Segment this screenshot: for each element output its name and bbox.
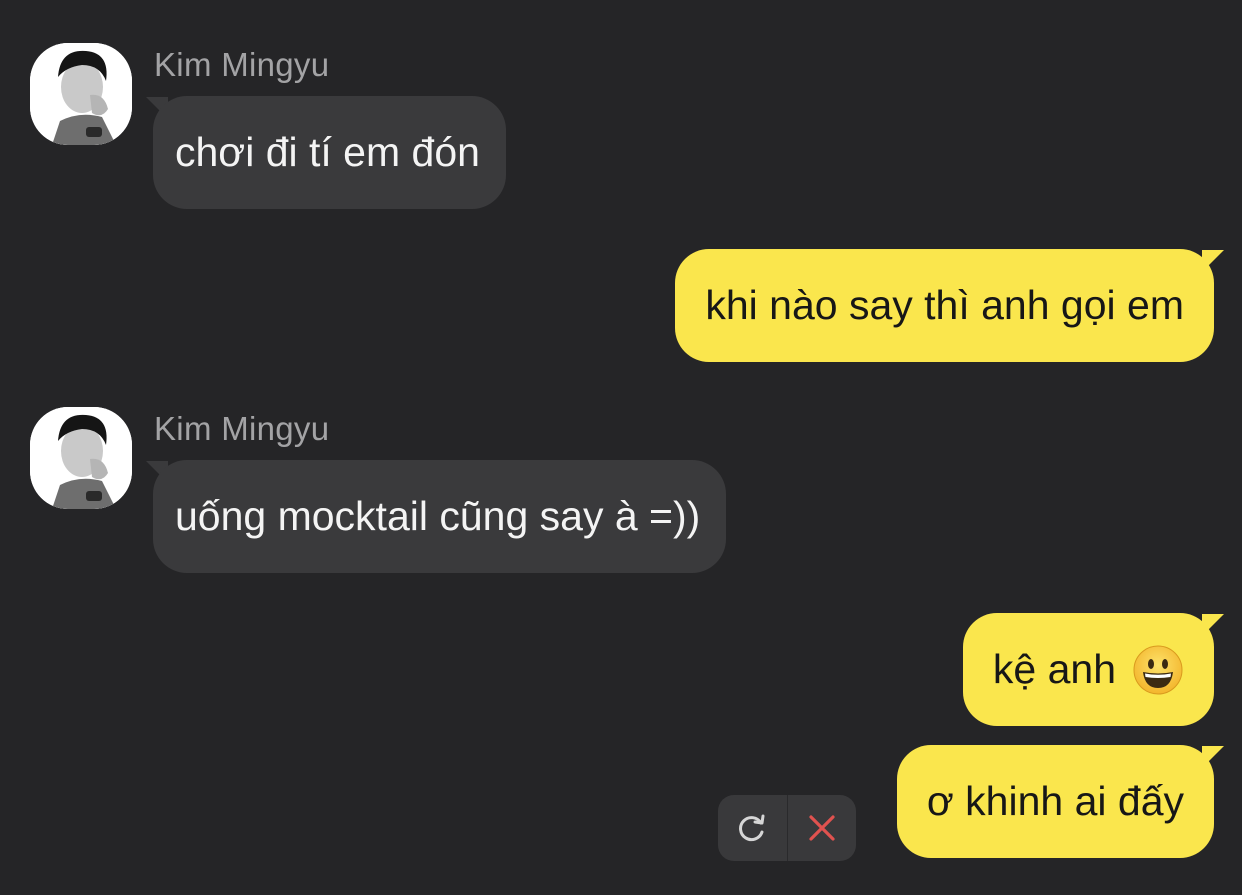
incoming-message-bubble[interactable]: chơi đi tí em đón xyxy=(153,96,506,209)
message-text: chơi đi tí em đón xyxy=(175,129,480,175)
close-icon xyxy=(809,815,835,841)
sender-name: Kim Mingyu xyxy=(154,46,330,83)
message-text: kệ anh xyxy=(992,646,1116,692)
message-text: ơ khinh ai đấy xyxy=(926,778,1184,824)
delete-button[interactable] xyxy=(788,795,857,861)
outgoing-message-bubble[interactable]: ơ khinh ai đấy xyxy=(896,745,1214,858)
sender-avatar[interactable] xyxy=(30,407,132,509)
failed-message-actions xyxy=(718,795,856,861)
sender-avatar[interactable] xyxy=(30,43,132,145)
message-text: khi nào say thì anh gọi em xyxy=(705,282,1184,328)
retry-icon xyxy=(739,814,765,842)
incoming-message-bubble[interactable]: uống mocktail cũng say à =)) xyxy=(153,460,727,573)
outgoing-message-bubble[interactable]: kệ anh xyxy=(962,613,1214,726)
message-text: uống mocktail cũng say à =)) xyxy=(175,493,701,539)
grinning-face-icon xyxy=(1132,644,1184,696)
outgoing-message-bubble[interactable]: khi nào say thì anh gọi em xyxy=(675,249,1214,362)
resend-button[interactable] xyxy=(718,795,787,861)
sender-name: Kim Mingyu xyxy=(154,410,330,447)
